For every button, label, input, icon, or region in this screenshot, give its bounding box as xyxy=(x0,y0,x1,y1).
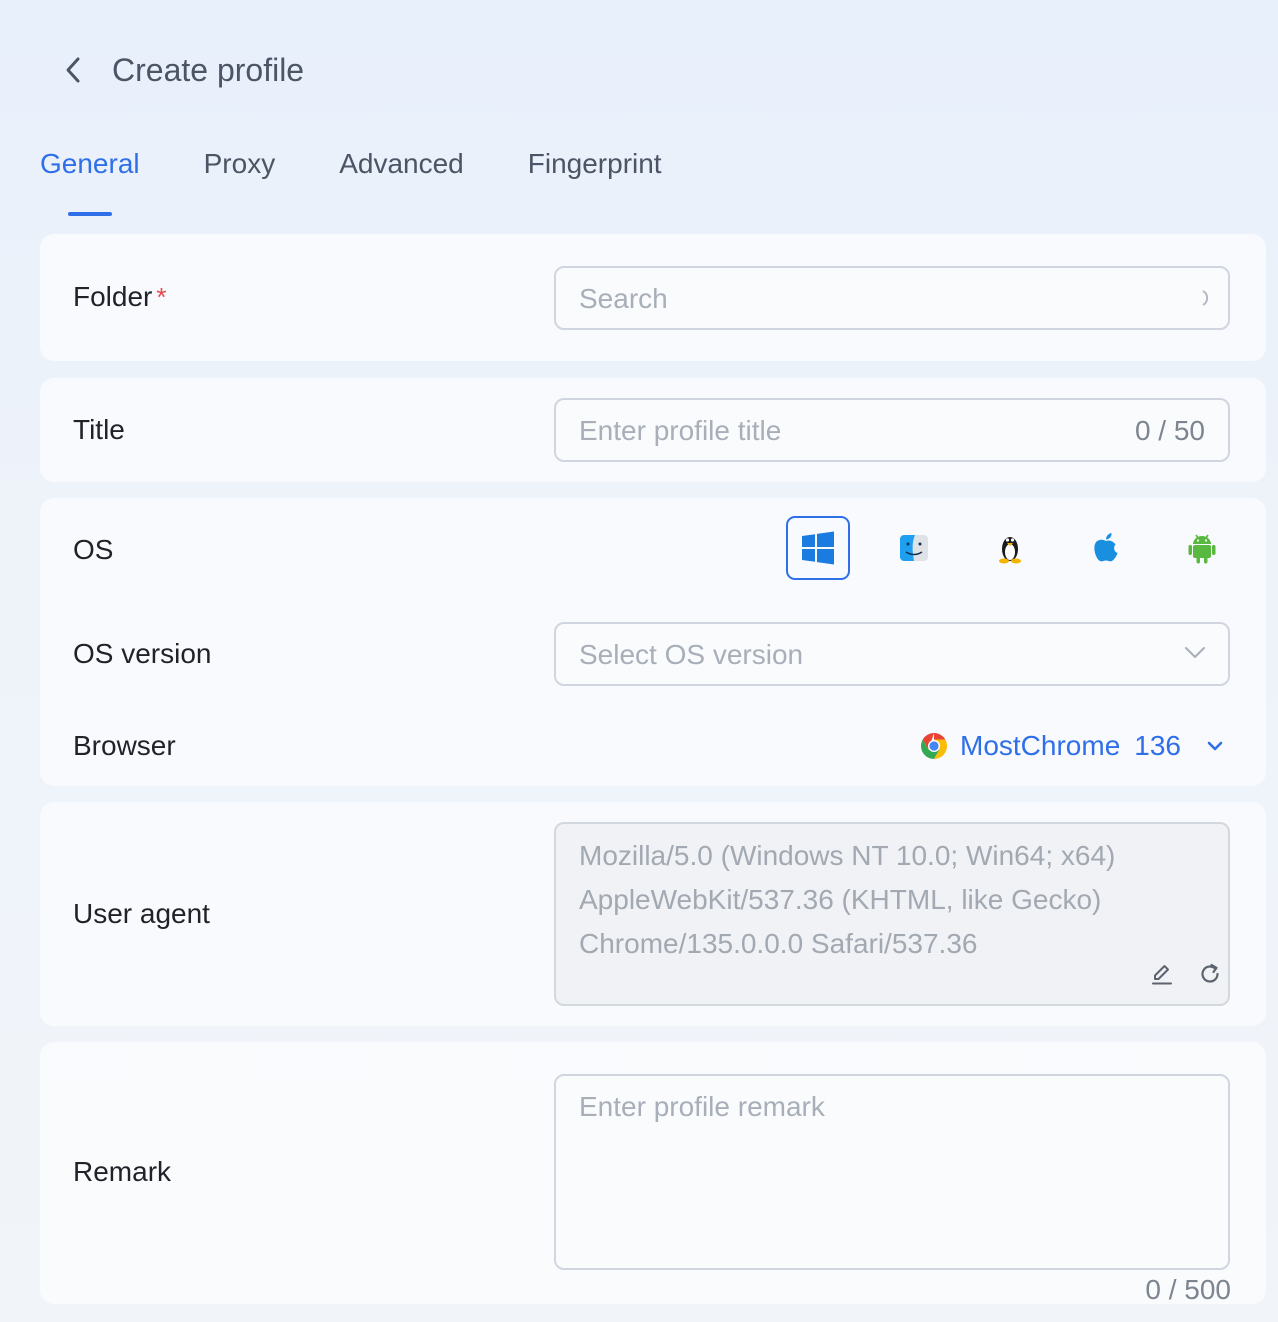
os-version-label: OS version xyxy=(73,638,212,669)
tab-advanced[interactable]: Advanced xyxy=(339,140,464,202)
user-agent-line: Mozilla/5.0 (Windows NT 10.0; Win64; x64… xyxy=(579,840,1116,871)
os-label: OS xyxy=(73,534,114,565)
page-header: Create profile xyxy=(58,46,304,94)
page-title: Create profile xyxy=(112,51,305,88)
user-agent-textarea[interactable]: Mozilla/5.0 (Windows NT 10.0; Win64; x64… xyxy=(554,822,1230,1006)
spinner-icon xyxy=(1202,290,1209,306)
title-char-counter: 0 / 50 xyxy=(1134,415,1205,446)
user-agent-card: User agent Mozilla/5.0 (Windows NT 10.0;… xyxy=(40,802,1266,1026)
remark-card: Remark Enter profile remark 0 / 500 xyxy=(40,1042,1266,1305)
remark-placeholder: Enter profile remark xyxy=(579,1091,825,1122)
os-option-android[interactable] xyxy=(1170,516,1234,580)
required-mark: * xyxy=(156,282,167,312)
os-option-windows[interactable] xyxy=(786,516,850,580)
refresh-user-agent-button[interactable] xyxy=(1196,960,1224,988)
title-placeholder: Enter profile title xyxy=(579,415,782,446)
title-card: Title Enter profile title 0 / 50 xyxy=(40,378,1266,482)
os-version-placeholder: Select OS version xyxy=(579,639,804,670)
user-agent-value: Mozilla/5.0 (Windows NT 10.0; Win64; x64… xyxy=(579,834,1199,966)
remark-textarea[interactable]: Enter profile remark xyxy=(554,1074,1230,1270)
tab-general[interactable]: General xyxy=(40,140,140,216)
edit-user-agent-button[interactable] xyxy=(1148,960,1176,988)
back-button[interactable] xyxy=(58,46,88,94)
windows-icon xyxy=(802,531,834,565)
folder-label-text: Folder xyxy=(73,281,153,312)
folder-card: Folder * Search xyxy=(40,234,1266,361)
os-card: OS OS version Select OS version Browser … xyxy=(40,498,1266,786)
macos-finder-icon xyxy=(900,535,928,561)
folder-placeholder: Search xyxy=(579,283,668,314)
caret-down-icon xyxy=(1207,741,1223,751)
user-agent-line: AppleWebKit/537.36 (KHTML, like Gecko) xyxy=(579,884,1102,915)
browser-version: 136 xyxy=(1134,730,1181,761)
tab-bar: General Proxy Advanced Fingerprint xyxy=(40,140,726,216)
tab-fingerprint[interactable]: Fingerprint xyxy=(528,140,662,202)
browser-label: Browser xyxy=(73,730,176,761)
os-option-macos[interactable] xyxy=(882,516,946,580)
title-label: Title xyxy=(73,414,125,445)
os-version-select[interactable]: Select OS version xyxy=(554,622,1230,686)
refresh-icon xyxy=(1201,963,1219,983)
os-option-ios[interactable] xyxy=(1074,516,1138,580)
folder-search-input[interactable]: Search xyxy=(554,266,1230,330)
title-input[interactable]: Enter profile title 0 / 50 xyxy=(554,398,1230,462)
user-agent-line: Chrome/135.0.0.0 Safari/537.36 xyxy=(579,928,978,959)
remark-label: Remark xyxy=(73,1156,172,1187)
folder-label: Folder * xyxy=(73,281,167,313)
browser-name: MostChrome xyxy=(960,730,1121,761)
remark-char-counter: 0 / 500 xyxy=(1145,1274,1231,1305)
linux-icon xyxy=(999,537,1021,564)
user-agent-label: User agent xyxy=(73,898,210,929)
edit-icon xyxy=(1152,965,1172,985)
os-option-linux[interactable] xyxy=(978,516,1042,580)
browser-selector[interactable]: MostChrome 136 xyxy=(920,728,1230,764)
tab-proxy[interactable]: Proxy xyxy=(204,140,276,202)
android-icon xyxy=(1188,534,1216,564)
apple-icon xyxy=(1094,533,1118,562)
chrome-icon xyxy=(920,733,948,759)
chevron-left-icon xyxy=(66,57,80,83)
chevron-down-icon xyxy=(1185,647,1205,658)
